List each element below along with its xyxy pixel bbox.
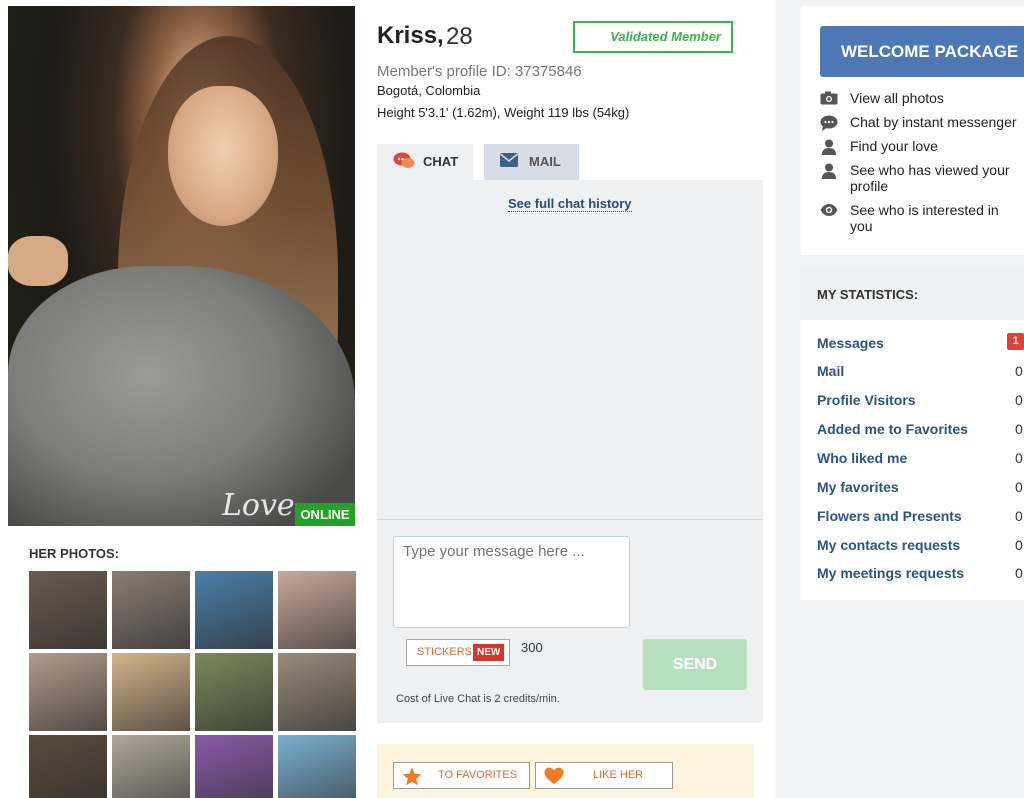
chat-bubble-icon [820, 115, 838, 131]
stat-row-added-to-favorites[interactable]: Added me to Favorites 0 [817, 421, 1024, 441]
message-input[interactable] [393, 536, 630, 628]
perk-item: View all photos [820, 90, 1024, 106]
perk-item: See who has viewed your profile [820, 162, 1024, 194]
validated-member-badge: Validated Member [573, 21, 733, 53]
photo-thumbnail[interactable] [195, 735, 273, 798]
star-icon [402, 767, 422, 786]
perk-label: See who has viewed your profile [850, 162, 1010, 194]
chat-cost-note: Cost of Live Chat is 2 credits/min. [396, 693, 560, 705]
welcome-perks-list: View all photos Chat by instant messenge… [820, 90, 1024, 242]
photo-thumbnail[interactable] [112, 571, 190, 649]
photo-thumbnail[interactable] [29, 653, 107, 731]
stat-value: 0 [1015, 479, 1023, 495]
new-badge: NEW [473, 644, 505, 661]
stat-row-my-favorites[interactable]: My favorites 0 [817, 479, 1024, 499]
stat-label: My meetings requests [817, 565, 965, 581]
photo-thumbnail[interactable] [29, 735, 107, 798]
stickers-label: STICKERS [417, 646, 473, 658]
perk-item: Find your love [820, 138, 1024, 155]
send-button[interactable]: SEND [643, 639, 747, 690]
stat-row-who-liked-me[interactable]: Who liked me 0 [817, 450, 1024, 470]
welcome-package-card: WELCOME PACKAGE View all photos Chat by … [801, 6, 1024, 255]
stat-value: 0 [1015, 421, 1023, 437]
envelope-icon [499, 153, 519, 167]
tab-mail[interactable]: MAIL [484, 144, 579, 180]
photo-thumbnail[interactable] [29, 571, 107, 649]
chat-bubbles-icon [393, 152, 415, 168]
photo-thumbnail[interactable] [112, 735, 190, 798]
photo-thumbnail[interactable] [195, 571, 273, 649]
stat-label: Profile Visitors [817, 392, 916, 408]
statistics-title: MY STATISTICS: [817, 287, 919, 302]
tab-chat[interactable]: CHAT [377, 144, 474, 180]
perk-label: See who is interested in you [850, 202, 999, 234]
divider [377, 519, 763, 520]
profile-id: Member's profile ID: 37375846 [377, 63, 582, 80]
online-status-badge: ONLINE [295, 503, 355, 526]
stat-value: 0 [1015, 537, 1023, 553]
stat-label: Mail [817, 363, 845, 379]
perk-item: See who is interested in you [820, 202, 1024, 234]
perk-label: Chat by instant messenger [850, 114, 1017, 130]
stat-row-contacts-requests[interactable]: My contacts requests 0 [817, 537, 1024, 557]
add-to-favorites-button[interactable]: TO FAVORITES [393, 762, 530, 789]
statistics-header: MY STATISTICS: [801, 268, 1024, 320]
eye-icon [820, 204, 838, 216]
add-to-favorites-label: TO FAVORITES [438, 769, 518, 781]
member-location: Bogotá, Colombia [377, 83, 481, 98]
profile-actions: TO FAVORITES LIKE HER [377, 744, 754, 798]
stat-label: My favorites [817, 479, 899, 495]
stat-value: 0 [1015, 565, 1023, 581]
welcome-package-button[interactable]: WELCOME PACKAGE [820, 26, 1024, 77]
my-statistics-card: MY STATISTICS: Messages 1 Mail 0 Profile… [801, 268, 1024, 600]
photo-column: Love. ONLINE HER PHOTOS: [0, 0, 370, 798]
stat-row-meetings-requests[interactable]: My meetings requests 0 [817, 565, 1024, 585]
tab-mail-label: MAIL [529, 154, 561, 169]
stat-label: Flowers and Presents [817, 508, 962, 524]
tab-chat-label: CHAT [423, 154, 459, 169]
user-icon [822, 163, 836, 179]
profile-page: Love. ONLINE HER PHOTOS: Kriss, 28 Valid… [0, 0, 1024, 798]
unread-count-badge: 1 [1007, 333, 1024, 350]
stat-row-messages[interactable]: Messages 1 [817, 333, 1024, 355]
stat-value: 0 [1015, 363, 1023, 379]
stat-label: Added me to Favorites [817, 421, 968, 437]
stat-value: 0 [1015, 450, 1023, 466]
camera-icon [820, 91, 838, 105]
character-counter: 300 [521, 640, 543, 655]
perk-item: Chat by instant messenger [820, 114, 1024, 131]
stat-row-flowers-and-presents[interactable]: Flowers and Presents 0 [817, 508, 1024, 528]
stat-label: Messages [817, 335, 884, 351]
photo-thumbnails [29, 571, 359, 798]
photo-thumbnail[interactable] [112, 653, 190, 731]
perk-label: View all photos [850, 90, 944, 106]
member-age: 28 [446, 23, 473, 50]
like-her-button[interactable]: LIKE HER [535, 762, 673, 789]
like-her-label: LIKE HER [593, 769, 644, 781]
photo-thumbnail[interactable] [278, 571, 356, 649]
member-measurements: Height 5'3.1' (1.62m), Weight 119 lbs (5… [377, 105, 630, 120]
site-watermark: Love. [222, 488, 305, 523]
stat-row-profile-visitors[interactable]: Profile Visitors 0 [817, 392, 1024, 412]
photo-thumbnail[interactable] [278, 653, 356, 731]
chat-panel: See full chat history STICKERS NEW 300 S… [377, 180, 763, 723]
stat-label: Who liked me [817, 450, 908, 466]
main-profile-photo[interactable] [8, 6, 355, 526]
heart-icon [544, 767, 564, 784]
stat-row-mail[interactable]: Mail 0 [817, 363, 1024, 383]
stat-label: My contacts requests [817, 537, 961, 553]
full-chat-history-link[interactable]: See full chat history [508, 196, 632, 212]
stat-value: 0 [1015, 508, 1023, 524]
profile-details-column: Kriss, 28 Validated Member Member's prof… [370, 0, 775, 798]
photo-thumbnail[interactable] [195, 653, 273, 731]
photo-thumbnail[interactable] [278, 735, 356, 798]
perk-label: Find your love [850, 138, 938, 154]
her-photos-heading: HER PHOTOS: [29, 546, 120, 561]
stat-value: 0 [1015, 392, 1023, 408]
member-name: Kriss, [377, 22, 444, 49]
stickers-button[interactable]: STICKERS NEW [406, 639, 510, 666]
user-icon [822, 139, 836, 155]
